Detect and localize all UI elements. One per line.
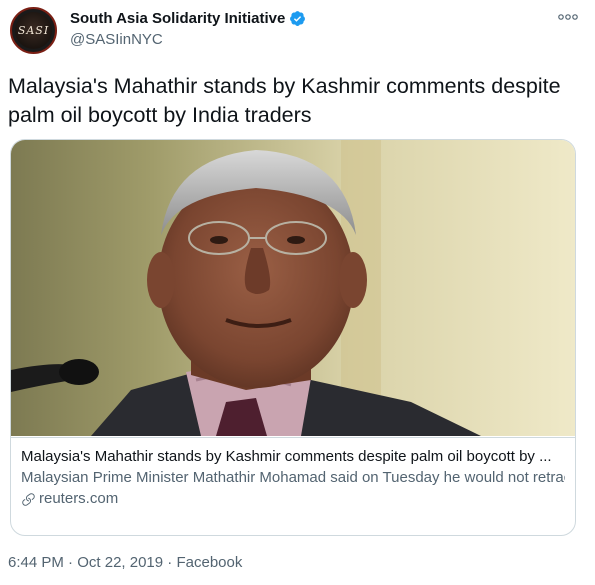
tweet-date[interactable]: Oct 22, 2019: [77, 554, 163, 571]
tweet-time[interactable]: 6:44 PM: [8, 554, 64, 571]
link-icon: [22, 492, 35, 506]
card-photo: [11, 140, 575, 436]
author-name-row: South Asia Solidarity Initiative: [70, 10, 306, 27]
card-title: Malaysia's Mahathir stands by Kashmir co…: [21, 448, 552, 465]
author-handle[interactable]: @SASIinNYC: [70, 31, 163, 48]
tweet-source[interactable]: Facebook: [176, 554, 242, 571]
more-options-icon[interactable]: [557, 12, 579, 22]
avatar-logo-text: SASI: [17, 24, 50, 37]
meta-separator: ·: [63, 554, 78, 571]
avatar[interactable]: SASI: [10, 7, 57, 54]
tweet-meta: 6:44 PM · Oct 22, 2019 · Facebook: [8, 554, 242, 571]
card-body[interactable]: Malaysia's Mahathir stands by Kashmir co…: [11, 437, 575, 535]
card-domain[interactable]: reuters.com: [39, 489, 118, 509]
tweet: SASI South Asia Solidarity Initiative @S…: [0, 0, 595, 585]
meta-separator-2: ·: [163, 554, 177, 571]
card-image[interactable]: [11, 140, 575, 436]
avatar-image: SASI: [15, 12, 52, 49]
verified-badge-icon: [290, 11, 306, 26]
card-description: Malaysian Prime Minister Mathathir Moham…: [21, 469, 565, 486]
link-card[interactable]: Malaysia's Mahathir stands by Kashmir co…: [10, 139, 576, 536]
author-display-name[interactable]: South Asia Solidarity Initiative: [70, 10, 285, 27]
card-domain-row: reuters.com: [21, 489, 565, 509]
tweet-text: Malaysia's Mahathir stands by Kashmir co…: [8, 74, 561, 127]
